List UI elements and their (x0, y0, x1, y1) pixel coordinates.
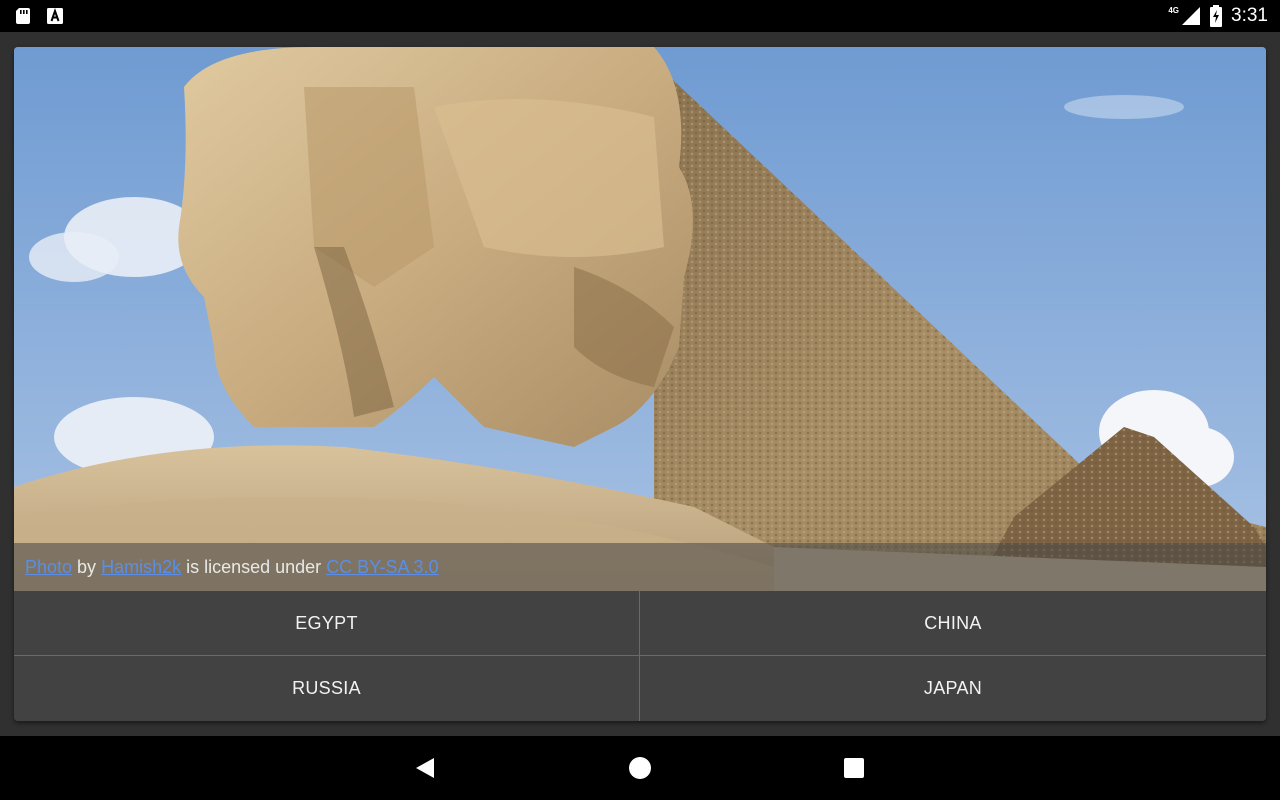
back-button[interactable] (385, 736, 465, 800)
navigation-bar (0, 736, 1280, 800)
main-content: Photo by Hamish2k is licensed under CC B… (0, 32, 1280, 736)
network-type: 4G (1168, 5, 1180, 15)
attribution-license-text: is licensed under (181, 557, 327, 577)
attribution-by-text: by (72, 557, 102, 577)
answer-grid: EGYPT CHINA RUSSIA JAPAN (14, 591, 1266, 721)
answer-button-japan[interactable]: JAPAN (640, 656, 1266, 721)
home-button[interactable] (600, 736, 680, 800)
photo-link[interactable]: Photo (25, 557, 72, 577)
back-icon (416, 758, 434, 778)
answer-button-china[interactable]: CHINA (640, 591, 1266, 655)
answer-button-russia[interactable]: RUSSIA (14, 656, 639, 721)
recents-icon (844, 758, 864, 778)
system-indicators: 4G 3:31 (1168, 4, 1268, 28)
license-link[interactable]: CC BY-SA 3.0 (326, 557, 438, 577)
battery-charging-icon (1210, 5, 1223, 27)
recents-button[interactable] (814, 736, 894, 800)
cell-signal-icon (1182, 7, 1201, 25)
notification-icons (14, 7, 64, 25)
quiz-card: Photo by Hamish2k is licensed under CC B… (14, 47, 1266, 721)
status-bar: 4G 3:31 (0, 0, 1280, 32)
home-icon (629, 757, 651, 779)
sd-card-icon (16, 8, 30, 24)
clock: 3:31 (1231, 5, 1268, 26)
author-link[interactable]: Hamish2k (101, 557, 181, 577)
font-download-icon (47, 7, 63, 24)
photo-attribution: Photo by Hamish2k is licensed under CC B… (14, 543, 1266, 591)
answer-button-egypt[interactable]: EGYPT (14, 591, 639, 655)
sphinx-pyramid-image (14, 47, 1266, 591)
quiz-photo: Photo by Hamish2k is licensed under CC B… (14, 47, 1266, 591)
